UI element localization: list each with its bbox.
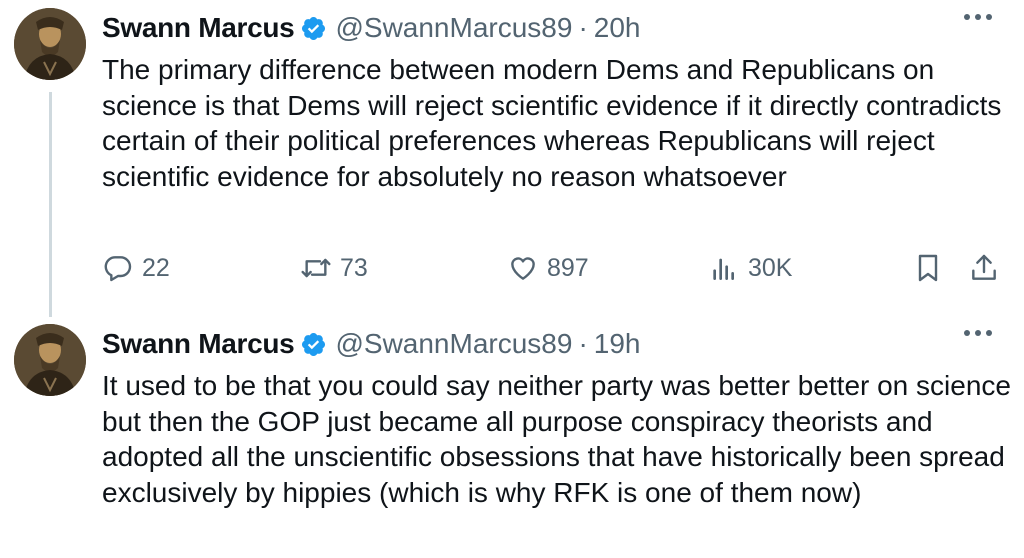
- separator: ·: [578, 12, 588, 43]
- views-button[interactable]: 30K: [708, 252, 792, 284]
- reply-count: 22: [142, 253, 170, 282]
- tweet-actions: 22 73 897 30K: [102, 252, 1017, 292]
- more-icon[interactable]: [964, 14, 992, 20]
- retweet-icon: [301, 258, 331, 278]
- verified-badge-icon: [302, 332, 326, 356]
- view-count: 30K: [748, 253, 793, 282]
- timestamp[interactable]: 19h: [594, 328, 641, 360]
- author-handle[interactable]: @SwannMarcus89: [335, 328, 572, 360]
- author-name[interactable]: Swann Marcus: [102, 328, 295, 360]
- retweet-button[interactable]: 73: [300, 252, 368, 284]
- avatar[interactable]: [14, 8, 86, 80]
- more-icon[interactable]: [964, 330, 992, 336]
- like-icon: [511, 257, 535, 280]
- views-icon: [713, 258, 734, 280]
- bookmark-button[interactable]: [912, 252, 944, 284]
- thread-connector: [49, 92, 52, 317]
- avatar[interactable]: [14, 324, 86, 396]
- like-count: 897: [547, 253, 589, 282]
- tweet-text: It used to be that you could say neither…: [102, 370, 1011, 508]
- verified-badge-icon: [302, 16, 326, 40]
- share-button[interactable]: [968, 252, 1000, 284]
- bookmark-icon: [918, 254, 938, 282]
- tweet-text: The primary difference between modern De…: [102, 54, 1002, 192]
- retweet-count: 73: [340, 253, 368, 282]
- author-name[interactable]: Swann Marcus: [102, 12, 295, 44]
- share-icon: [972, 254, 996, 280]
- separator: ·: [578, 328, 588, 359]
- reply-button[interactable]: 22: [102, 252, 170, 284]
- author-handle[interactable]: @SwannMarcus89: [335, 12, 572, 44]
- reply-icon: [104, 256, 132, 282]
- timestamp[interactable]: 20h: [594, 12, 641, 44]
- like-button[interactable]: 897: [507, 252, 589, 284]
